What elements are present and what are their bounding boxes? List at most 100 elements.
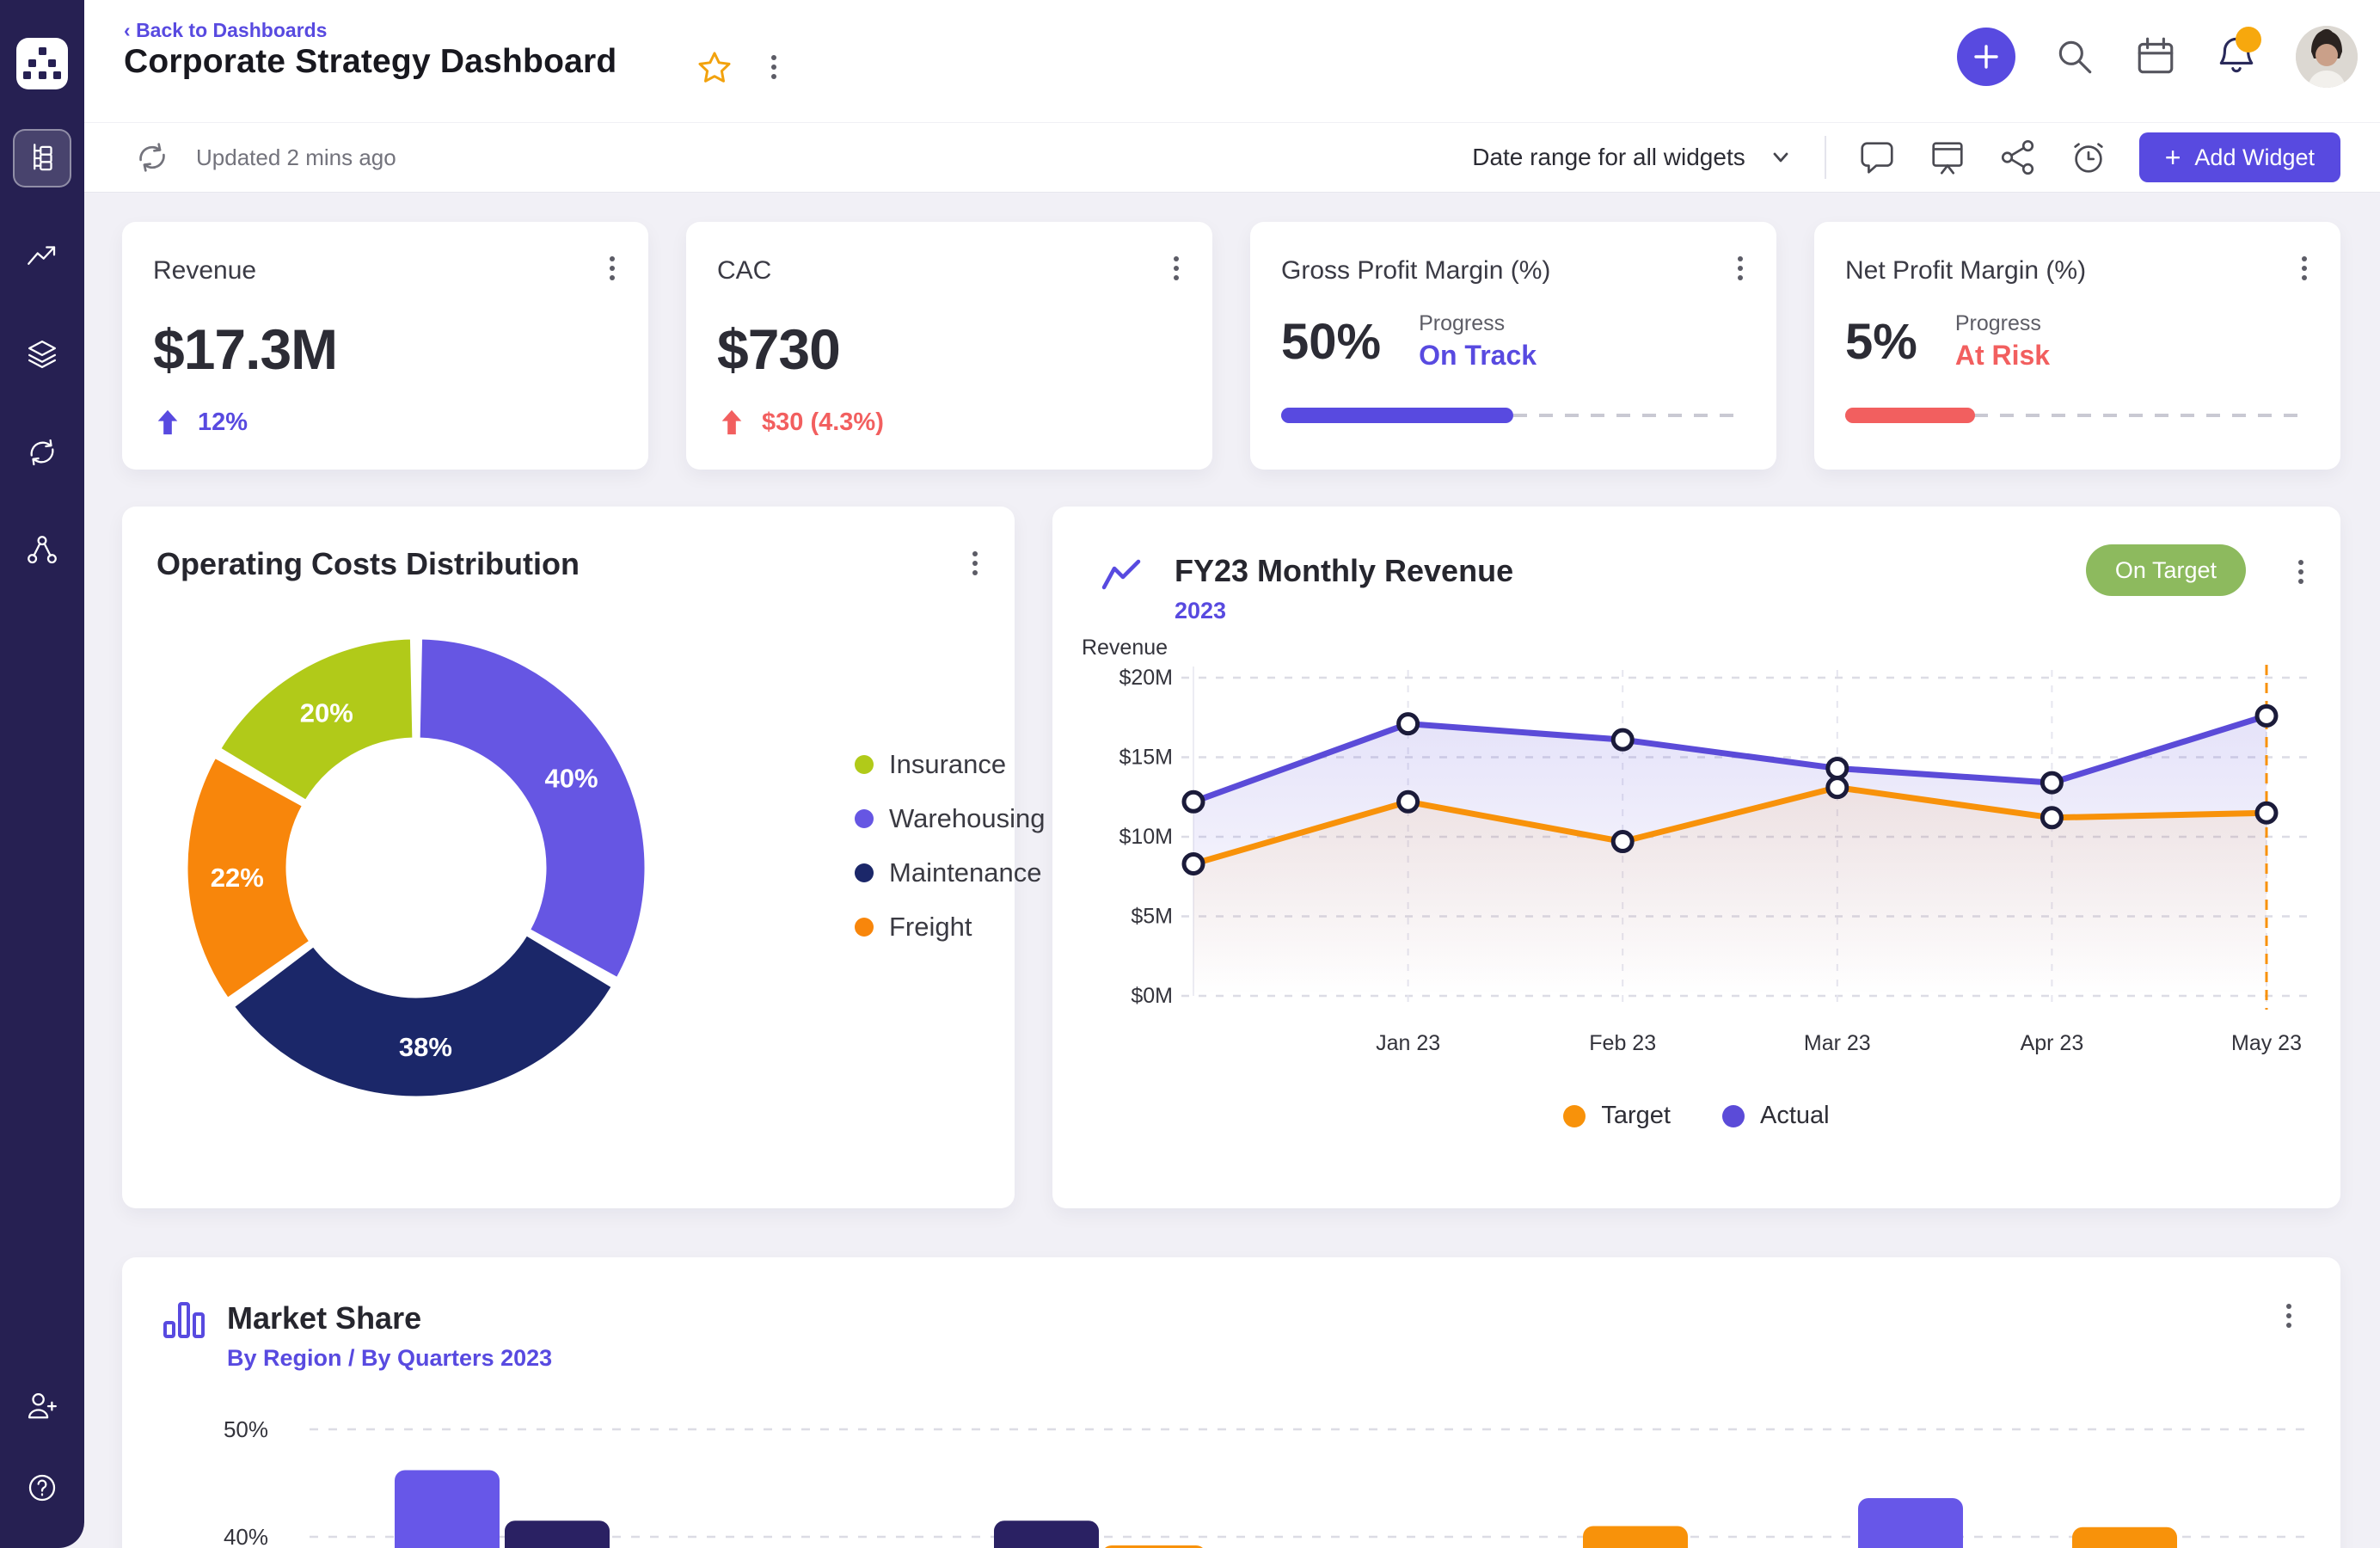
- donut-legend: Insurance Warehousing Maintenance Freight: [855, 749, 1046, 943]
- sidebar-item-dashboard-tree[interactable]: [13, 129, 71, 187]
- svg-text:50%: 50%: [224, 1416, 268, 1442]
- kpi-card-net-profit-margin: Net Profit Margin (%) 5% Progress At Ris…: [1814, 222, 2340, 470]
- legend-label: Warehousing: [889, 803, 1046, 834]
- back-link-label: Back to Dashboards: [136, 19, 327, 41]
- line-chart-legend: Target Actual: [1052, 1102, 2340, 1130]
- sidebar-item-trend[interactable]: [13, 227, 71, 286]
- refresh-status: Updated 2 mins ago: [132, 138, 396, 177]
- legend-item: Insurance: [855, 749, 1046, 780]
- svg-text:Feb 23: Feb 23: [1589, 1031, 1656, 1055]
- header: ‹ Back to Dashboards Corporate Strategy …: [84, 0, 2380, 122]
- date-range-dropdown[interactable]: Date range for all widgets: [1472, 144, 1794, 171]
- progress-label: Progress: [1419, 311, 1537, 336]
- share-icon[interactable]: [1998, 138, 2038, 177]
- svg-text:Mar 23: Mar 23: [1804, 1031, 1871, 1055]
- svg-text:22%: 22%: [211, 863, 264, 893]
- back-chevron-icon: ‹: [124, 19, 131, 41]
- kpi-delta: $30 (4.3%): [717, 408, 1181, 437]
- comments-icon[interactable]: [1857, 138, 1897, 177]
- create-new-button[interactable]: [1957, 28, 2015, 86]
- calendar-icon[interactable]: [2134, 35, 2177, 78]
- legend-dot: [1563, 1105, 1586, 1127]
- svg-text:$20M: $20M: [1119, 666, 1173, 690]
- legend-dot: [855, 918, 874, 937]
- legend-dot: [855, 809, 874, 828]
- market-share-card: Market Share By Region / By Quarters 202…: [122, 1257, 2340, 1548]
- legend-label: Target: [1601, 1102, 1671, 1130]
- legend-item: Target: [1563, 1102, 1671, 1130]
- help-icon: [24, 1470, 60, 1506]
- add-widget-label: Add Widget: [2194, 144, 2315, 171]
- kpi-delta-text: 12%: [198, 408, 248, 437]
- legend-label: Actual: [1760, 1102, 1830, 1130]
- kpi-value: $17.3M: [153, 316, 617, 382]
- header-actions: [1957, 26, 2358, 88]
- svg-text:20%: 20%: [300, 697, 353, 728]
- arrow-up-icon: [153, 408, 182, 437]
- sidebar-item-sync[interactable]: [13, 423, 71, 482]
- kpi-title: CAC: [717, 256, 1181, 286]
- plus-icon: [1972, 42, 2001, 71]
- sidebar-item-layers[interactable]: [13, 325, 71, 384]
- svg-text:$10M: $10M: [1119, 825, 1173, 849]
- svg-text:$5M: $5M: [1131, 905, 1173, 929]
- sidebar-item-help[interactable]: [13, 1459, 71, 1517]
- progress-bar: [1281, 408, 1745, 423]
- market-share-bar-chart: 50%40%: [122, 1257, 2340, 1548]
- svg-text:38%: 38%: [399, 1032, 452, 1062]
- legend-dot: [855, 863, 874, 882]
- sidebar: [0, 0, 84, 1548]
- svg-text:40%: 40%: [545, 764, 598, 794]
- legend-item: Freight: [855, 912, 1046, 943]
- presentation-icon[interactable]: [1928, 138, 1967, 177]
- sidebar-footer: [13, 1355, 71, 1548]
- notification-dot: [2236, 27, 2261, 52]
- network-nodes-icon: [24, 532, 60, 568]
- legend-dot: [855, 755, 874, 774]
- toolbar-divider: [1825, 136, 1826, 179]
- legend-label: Insurance: [889, 749, 1006, 780]
- search-icon[interactable]: [2053, 35, 2096, 78]
- kpi-title: Gross Profit Margin (%): [1281, 256, 1745, 286]
- kpi-card-revenue: Revenue $17.3M 12%: [122, 222, 648, 470]
- legend-item: Maintenance: [855, 857, 1046, 888]
- kpi-kebab-menu[interactable]: [1159, 251, 1193, 286]
- sidebar-item-invite-user[interactable]: [13, 1378, 71, 1436]
- legend-label: Freight: [889, 912, 972, 943]
- progress-bar-fill: [1281, 408, 1513, 423]
- progress-bar-fill: [1845, 408, 1975, 423]
- sidebar-item-network[interactable]: [13, 521, 71, 580]
- add-widget-button[interactable]: + Add Widget: [2139, 132, 2340, 182]
- chevron-down-icon: [1768, 144, 1794, 170]
- kpi-value: 50%: [1281, 313, 1381, 371]
- kpi-kebab-menu[interactable]: [2287, 251, 2322, 286]
- avatar-photo: [2296, 26, 2358, 88]
- progress-label: Progress: [1955, 311, 2050, 336]
- notifications-button[interactable]: [2215, 34, 2258, 81]
- legend-label: Maintenance: [889, 857, 1042, 888]
- kpi-delta-text: $30 (4.3%): [762, 408, 884, 437]
- toolbar-actions: Date range for all widgets: [1472, 132, 2340, 182]
- app-logo[interactable]: [16, 38, 68, 89]
- schedule-clock-icon[interactable]: [2069, 138, 2108, 177]
- kpi-title: Revenue: [153, 256, 617, 286]
- back-to-dashboards-link[interactable]: ‹ Back to Dashboards: [124, 19, 327, 42]
- sync-icon: [24, 434, 60, 470]
- updated-text: Updated 2 mins ago: [196, 144, 396, 171]
- svg-text:Apr 23: Apr 23: [2021, 1031, 2084, 1055]
- star-icon: [696, 50, 733, 86]
- legend-item: Warehousing: [855, 803, 1046, 834]
- user-plus-icon: [24, 1389, 60, 1425]
- user-avatar[interactable]: [2296, 26, 2358, 88]
- title-kebab-menu[interactable]: [757, 50, 791, 84]
- svg-text:$0M: $0M: [1131, 984, 1173, 1008]
- kpi-kebab-menu[interactable]: [1723, 251, 1757, 286]
- svg-text:Revenue: Revenue: [1082, 636, 1168, 660]
- legend-dot: [1722, 1105, 1745, 1127]
- kpi-kebab-menu[interactable]: [595, 251, 629, 286]
- kpi-title: Net Profit Margin (%): [1845, 256, 2309, 286]
- refresh-icon[interactable]: [132, 138, 172, 177]
- layers-icon: [24, 336, 60, 372]
- kpi-value: $730: [717, 316, 1181, 382]
- favorite-star-button[interactable]: [696, 50, 733, 90]
